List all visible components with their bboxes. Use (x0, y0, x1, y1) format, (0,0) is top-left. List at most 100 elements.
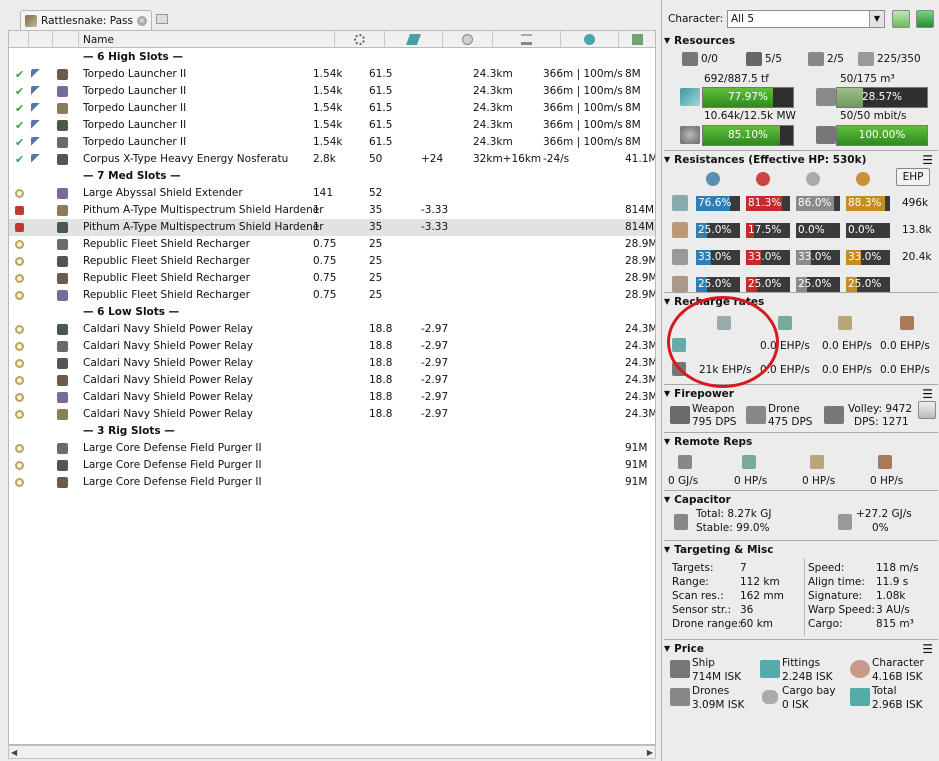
col-speed[interactable] (561, 31, 619, 48)
remote-shield-icon (742, 455, 756, 469)
module-row[interactable]: Pithum A-Type Multispectrum Shield Harde… (9, 202, 655, 219)
state-online-icon[interactable] (15, 321, 24, 338)
price-header[interactable]: ▼ Price (664, 641, 938, 656)
state-online-icon[interactable] (15, 440, 24, 457)
state-overheat-icon[interactable] (15, 219, 24, 236)
state-online-icon[interactable] (15, 236, 24, 253)
col-price[interactable] (619, 31, 655, 48)
targeting-label: Speed: (808, 562, 845, 574)
shield-icon (717, 316, 731, 330)
state-online-icon[interactable] (15, 253, 24, 270)
resources-header[interactable]: ▼ Resources (664, 33, 938, 48)
module-row[interactable]: Caldari Navy Shield Power Relay 18.8 -2.97… (9, 406, 655, 423)
col-icon[interactable] (53, 31, 79, 48)
slot-group-header[interactable]: — 7 Med Slots — (9, 168, 655, 185)
module-row[interactable]: Republic Fleet Shield Recharger 0.75 25 28.… (9, 253, 655, 270)
module-row[interactable]: Caldari Navy Shield Power Relay 18.8 -2.97… (9, 338, 655, 355)
module-row[interactable]: Large Abyssal Shield Extender 141 52 (9, 185, 655, 202)
module-price: 91M (625, 476, 648, 488)
refresh-button[interactable] (892, 10, 910, 28)
module-icon (57, 236, 68, 253)
recharge-header[interactable]: ▼ Recharge rates (664, 294, 938, 309)
module-row[interactable]: Large Core Defense Field Purger II 91M (9, 440, 655, 457)
module-row[interactable]: ✔ Torpedo Launcher II 1.54k 61.5 24.3km 366m … (9, 66, 655, 83)
module-row[interactable]: Caldari Navy Shield Power Relay 18.8 -2.97… (9, 321, 655, 338)
state-active-icon[interactable]: ✔ (15, 117, 24, 134)
character-editor-button[interactable] (916, 10, 934, 28)
scroll-right-icon[interactable]: ▶ (647, 748, 653, 757)
state-active-icon[interactable]: ✔ (15, 151, 24, 168)
capacitor-header[interactable]: ▼ Capacitor (664, 492, 938, 507)
module-price: 8M (625, 119, 641, 131)
module-row[interactable]: Caldari Navy Shield Power Relay 18.8 -2.97… (9, 355, 655, 372)
state-online-icon[interactable] (15, 372, 24, 389)
state-online-icon[interactable] (15, 406, 24, 423)
state-online-icon[interactable] (15, 185, 24, 202)
module-row[interactable]: Large Core Defense Field Purger II 91M (9, 474, 655, 491)
state-active-icon[interactable]: ✔ (15, 83, 24, 100)
module-row[interactable]: ✔ Torpedo Launcher II 1.54k 61.5 24.3km 366m … (9, 100, 655, 117)
module-row[interactable]: Republic Fleet Shield Recharger 0.75 25 28.… (9, 270, 655, 287)
damage-pattern-button[interactable] (918, 401, 936, 419)
module-name: Caldari Navy Shield Power Relay (83, 357, 253, 369)
slot-group-header[interactable]: — 3 Rig Slots — (9, 423, 655, 440)
collapse-icon[interactable]: ▼ (664, 437, 670, 446)
module-row[interactable]: Caldari Navy Shield Power Relay 18.8 -2.97… (9, 389, 655, 406)
module-name: Caldari Navy Shield Power Relay (83, 323, 253, 335)
state-online-icon[interactable] (15, 338, 24, 355)
firepower-header[interactable]: ▼ Firepower (664, 386, 938, 401)
state-online-icon[interactable] (15, 270, 24, 287)
collapse-icon[interactable]: ▼ (664, 545, 670, 554)
module-row[interactable]: Large Core Defense Field Purger II 91M (9, 457, 655, 474)
state-overheat-icon[interactable] (15, 202, 24, 219)
collapse-icon[interactable]: ▼ (664, 389, 670, 398)
state-active-icon[interactable]: ✔ (15, 134, 24, 151)
state-online-icon[interactable] (15, 389, 24, 406)
collapse-icon[interactable]: ▼ (664, 644, 670, 653)
menu-icon[interactable]: ☰ (922, 643, 933, 655)
character-label: Character: (668, 13, 724, 25)
module-row[interactable]: ✔ Torpedo Launcher II 1.54k 61.5 24.3km 366m … (9, 83, 655, 100)
character-select[interactable]: All 5 ▼ (727, 10, 885, 28)
collapse-icon[interactable]: ▼ (664, 495, 670, 504)
col-cpu[interactable] (335, 31, 385, 48)
slot-group-header[interactable]: — 6 Low Slots — (9, 304, 655, 321)
module-row[interactable]: Republic Fleet Shield Recharger 0.75 25 28.… (9, 287, 655, 304)
module-row[interactable]: ✔ Torpedo Launcher II 1.54k 61.5 24.3km 366m … (9, 117, 655, 134)
collapse-icon[interactable]: ▼ (664, 297, 670, 306)
module-row[interactable]: ✔ Torpedo Launcher II 1.54k 61.5 24.3km 366m … (9, 134, 655, 151)
slot-group-header[interactable]: — 6 High Slots — (9, 49, 655, 66)
col-powergrid[interactable] (385, 31, 443, 48)
col-name[interactable]: Name (79, 31, 335, 48)
state-online-icon[interactable] (15, 355, 24, 372)
ehp-button[interactable]: EHP (896, 168, 930, 186)
scroll-left-icon[interactable]: ◀ (11, 748, 17, 757)
module-speed: 366m | 100m/s (543, 68, 623, 80)
remote-reps-header[interactable]: ▼ Remote Reps (664, 434, 938, 449)
col-range[interactable] (493, 31, 561, 48)
col-state[interactable] (9, 31, 29, 48)
menu-icon[interactable]: ☰ (922, 154, 933, 166)
new-tab-icon[interactable] (156, 14, 168, 24)
module-row[interactable]: ✔ Corpus X-Type Heavy Energy Nosferatu 2.8… (9, 151, 655, 168)
chevron-down-icon[interactable]: ▼ (869, 11, 884, 27)
tab-fit[interactable]: Rattlesnake: Pass × (20, 10, 152, 30)
module-powergrid: 25 (369, 238, 383, 250)
state-active-icon[interactable]: ✔ (15, 66, 24, 83)
horizontal-scrollbar[interactable]: ◀ ▶ (8, 745, 656, 759)
module-row[interactable]: Caldari Navy Shield Power Relay 18.8 -2.97… (9, 372, 655, 389)
module-row[interactable]: Pithum A-Type Multispectrum Shield Harde… (9, 219, 655, 236)
col-ammo-icon[interactable] (29, 31, 53, 48)
state-online-icon[interactable] (15, 474, 24, 491)
col-capacitor[interactable] (443, 31, 493, 48)
state-online-icon[interactable] (15, 457, 24, 474)
close-icon[interactable]: × (136, 15, 147, 26)
state-online-icon[interactable] (15, 287, 24, 304)
targeting-header[interactable]: ▼ Targeting & Misc (664, 542, 938, 557)
resistances-header[interactable]: ▼ Resistances (Effective HP: 530k) (664, 152, 938, 167)
menu-icon[interactable]: ☰ (922, 388, 933, 400)
collapse-icon[interactable]: ▼ (664, 155, 670, 164)
module-row[interactable]: Republic Fleet Shield Recharger 0.75 25 28.… (9, 236, 655, 253)
state-active-icon[interactable]: ✔ (15, 100, 24, 117)
collapse-icon[interactable]: ▼ (664, 36, 670, 45)
